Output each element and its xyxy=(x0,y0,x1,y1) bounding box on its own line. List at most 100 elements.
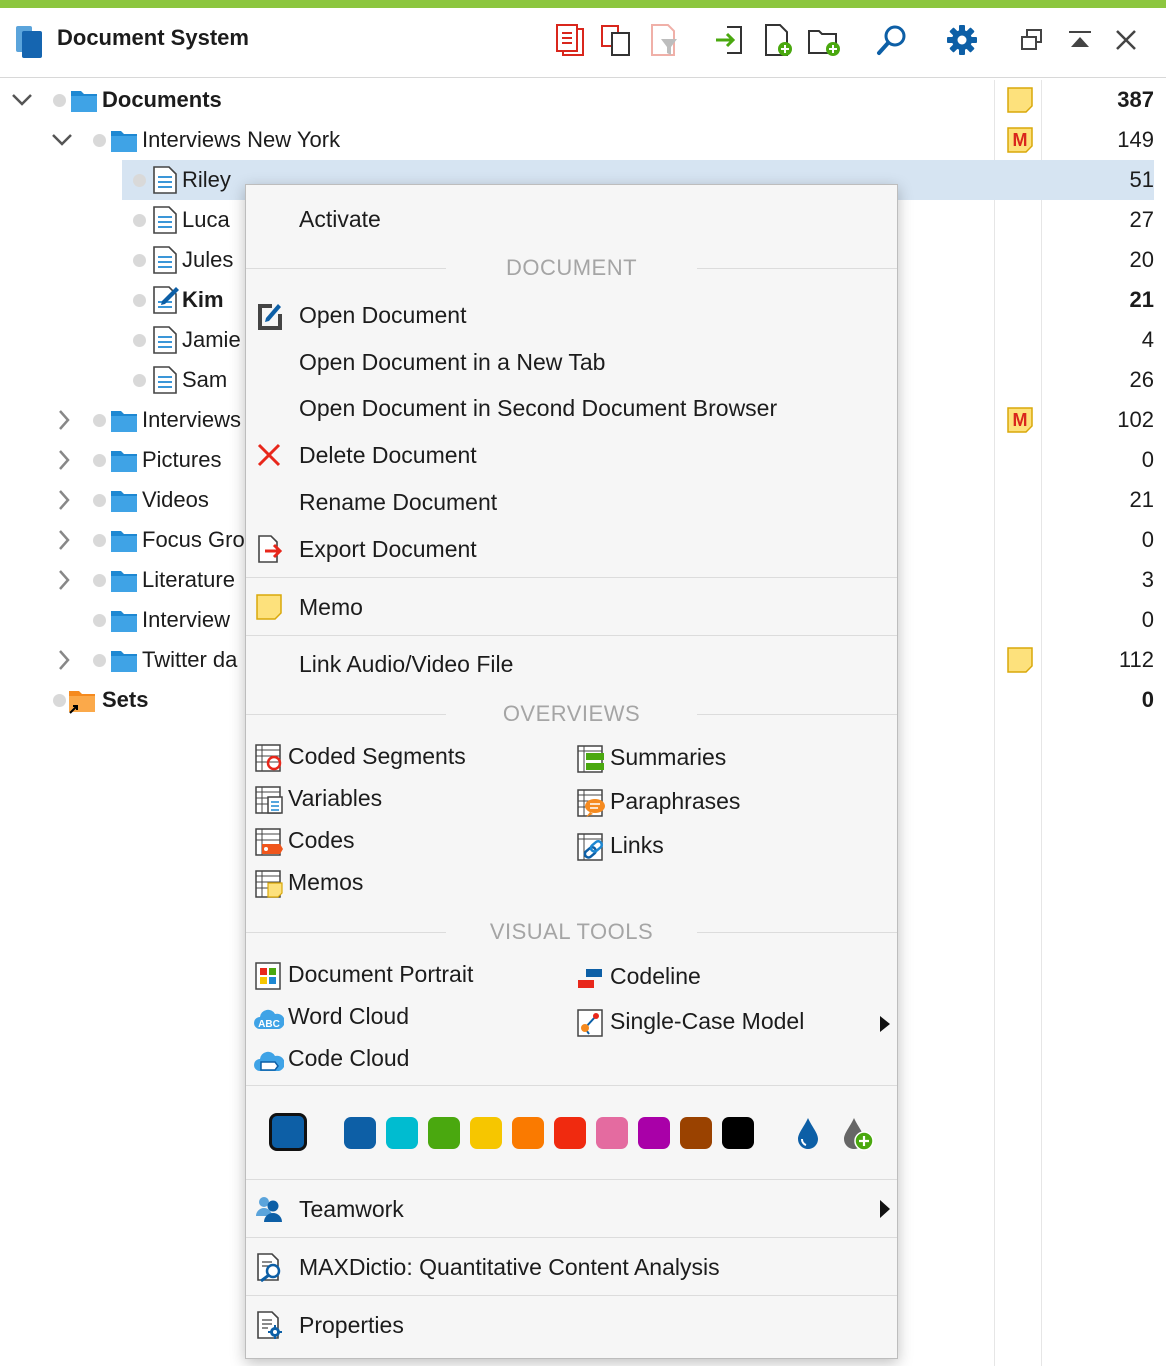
menu-item-export-document[interactable]: Export Document xyxy=(246,527,897,571)
activate-docs-icon[interactable] xyxy=(550,20,590,60)
menu-item-maxdictio[interactable]: MAXDictio: Quantitative Content Analysis xyxy=(246,1245,897,1289)
status-dot xyxy=(53,94,66,107)
panel-title: Document System xyxy=(57,25,249,50)
memo-icon[interactable] xyxy=(1006,646,1034,674)
variables-table-icon xyxy=(255,786,283,814)
menu-item-summaries[interactable]: Summaries xyxy=(576,740,876,778)
chevron-right-icon[interactable] xyxy=(52,408,76,432)
color-swatch-pink[interactable] xyxy=(596,1117,628,1149)
code-cloud-icon xyxy=(254,1051,284,1071)
import-icon[interactable] xyxy=(710,20,750,60)
chevron-down-icon[interactable] xyxy=(50,128,74,152)
color-swatch-yellow[interactable] xyxy=(470,1117,502,1149)
menu-item-coded-segments[interactable]: Coded Segments xyxy=(254,739,554,777)
search-icon[interactable] xyxy=(872,20,912,60)
menu-item-properties[interactable]: Properties xyxy=(246,1303,897,1347)
menu-item-delete-document[interactable]: Delete Document xyxy=(246,433,897,477)
folder-icon xyxy=(111,131,137,152)
menu-item-codeline[interactable]: Codeline xyxy=(576,959,876,997)
collapse-window-icon[interactable] xyxy=(1062,22,1098,58)
color-swatch-green[interactable] xyxy=(428,1117,460,1149)
add-color-icon[interactable] xyxy=(840,1115,876,1153)
menu-item-link-audio-video[interactable]: Link Audio/Video File xyxy=(246,642,897,686)
document-count: 102 xyxy=(1117,407,1154,432)
folder-icon xyxy=(111,651,137,672)
menu-item-rename-document[interactable]: Rename Document xyxy=(246,480,897,524)
tree-label: Interviews New York xyxy=(142,127,341,152)
status-dot xyxy=(93,494,106,507)
new-document-icon[interactable] xyxy=(758,20,798,60)
document-count: 3 xyxy=(1141,567,1154,592)
tree-label: Focus Gro xyxy=(142,527,245,552)
document-system-icon xyxy=(16,26,42,58)
menu-item-open-new-tab[interactable]: Open Document in a New Tab xyxy=(246,340,897,384)
menu-item-activate[interactable]: Activate xyxy=(246,197,897,241)
status-dot xyxy=(93,534,106,547)
status-dot xyxy=(133,254,146,267)
color-swatch-purple[interactable] xyxy=(638,1117,670,1149)
close-icon[interactable] xyxy=(1108,22,1144,58)
chevron-right-icon[interactable] xyxy=(52,528,76,552)
menu-item-teamwork[interactable]: Teamwork xyxy=(246,1187,897,1231)
document-count: 149 xyxy=(1117,127,1154,152)
copy-docs-icon[interactable] xyxy=(596,20,636,60)
undock-window-icon[interactable] xyxy=(1014,22,1050,58)
delete-x-icon xyxy=(257,443,281,467)
text-document-icon xyxy=(153,366,177,394)
open-document-icon xyxy=(258,304,282,330)
status-dot xyxy=(93,574,106,587)
menu-item-links[interactable]: Links xyxy=(576,828,876,866)
tree-label: Sam xyxy=(182,367,228,392)
tree-row-interviews-new-york[interactable]: Interviews New York M 149 xyxy=(0,120,1166,160)
submenu-arrow-icon xyxy=(880,1016,890,1032)
menu-separator xyxy=(246,1237,897,1238)
menu-item-variables[interactable]: Variables xyxy=(254,781,554,819)
color-selected-swatch[interactable] xyxy=(269,1113,307,1151)
custom-color-drop-icon[interactable] xyxy=(794,1115,822,1151)
status-dot xyxy=(93,654,106,667)
color-swatch-cyan[interactable] xyxy=(386,1117,418,1149)
menu-separator xyxy=(246,1179,897,1180)
chevron-right-icon[interactable] xyxy=(52,448,76,472)
color-swatch-black[interactable] xyxy=(722,1117,754,1149)
menu-item-codes[interactable]: Codes xyxy=(254,823,554,861)
color-swatch-blue[interactable] xyxy=(344,1117,376,1149)
menu-item-single-case-model[interactable]: Single-Case Model xyxy=(576,1004,876,1042)
menu-item-memo[interactable]: Memo xyxy=(246,585,897,629)
document-count: 112 xyxy=(1118,647,1154,672)
text-document-icon xyxy=(153,246,177,274)
color-swatch-red[interactable] xyxy=(554,1117,586,1149)
menu-item-memos[interactable]: Memos xyxy=(254,865,554,903)
menu-item-word-cloud[interactable]: ABC Word Cloud xyxy=(254,999,554,1037)
color-swatch-brown[interactable] xyxy=(680,1117,712,1149)
menu-item-paraphrases[interactable]: Paraphrases xyxy=(576,784,876,822)
single-case-model-icon xyxy=(577,1009,603,1037)
tree-label: Documents xyxy=(102,87,222,112)
new-document-group-icon[interactable] xyxy=(804,20,844,60)
tree-row-documents[interactable]: Documents 387 xyxy=(0,80,1166,120)
menu-item-code-cloud[interactable]: Code Cloud xyxy=(254,1041,554,1079)
folder-icon xyxy=(71,91,97,112)
memo-icon[interactable] xyxy=(1006,86,1034,114)
menu-item-open-document[interactable]: Open Document xyxy=(246,293,897,337)
top-accent-bar xyxy=(0,0,1166,8)
color-swatch-orange[interactable] xyxy=(512,1117,544,1149)
chevron-right-icon[interactable] xyxy=(52,648,76,672)
status-dot xyxy=(93,454,106,467)
memo-m-icon[interactable]: M xyxy=(1006,126,1034,154)
panel-header: Document System xyxy=(0,8,1166,78)
export-icon xyxy=(258,535,283,563)
memo-m-icon[interactable]: M xyxy=(1006,406,1034,434)
chevron-down-icon[interactable] xyxy=(10,88,34,112)
word-cloud-icon: ABC xyxy=(254,1009,284,1030)
settings-gear-icon[interactable] xyxy=(942,20,982,60)
folder-icon xyxy=(111,611,137,632)
filter-docs-icon[interactable] xyxy=(644,20,684,60)
chevron-right-icon[interactable] xyxy=(52,568,76,592)
svg-text:M: M xyxy=(1013,130,1028,150)
menu-item-open-second-browser[interactable]: Open Document in Second Document Browser xyxy=(246,386,897,430)
chevron-right-icon[interactable] xyxy=(52,488,76,512)
menu-item-document-portrait[interactable]: Document Portrait xyxy=(254,957,554,995)
status-dot xyxy=(53,694,66,707)
memos-table-icon xyxy=(255,870,283,898)
